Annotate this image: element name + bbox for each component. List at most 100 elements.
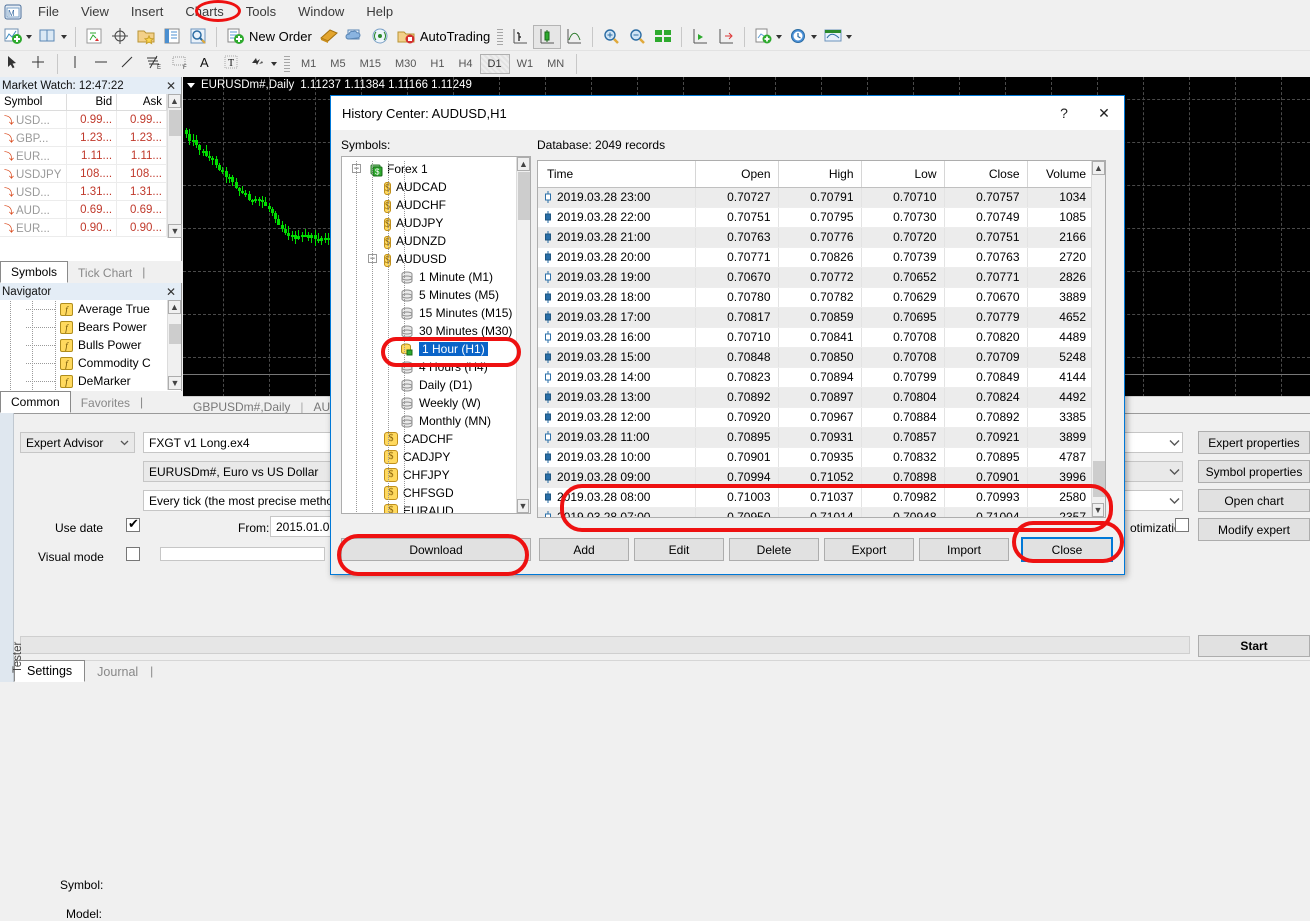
close-button[interactable]: Close: [1021, 537, 1113, 562]
tree-node-audcad[interactable]: $AUDCAD: [342, 178, 530, 196]
market-watch-scrollbar[interactable]: ▲ ▼: [167, 94, 182, 238]
close-icon[interactable]: ✕: [166, 79, 176, 93]
tester-symbol-chevron[interactable]: [1168, 465, 1181, 481]
scroll-thumb[interactable]: [1093, 461, 1105, 497]
menu-item-help[interactable]: Help: [355, 1, 404, 22]
navigator-scrollbar[interactable]: ▲ ▼: [167, 300, 182, 390]
menu-item-tools[interactable]: Tools: [235, 1, 287, 22]
terminal-button[interactable]: [159, 25, 185, 49]
table-row[interactable]: 2019.03.28 18:00 0.70780 0.70782 0.70629 0.7…: [538, 287, 1093, 308]
menu-item-view[interactable]: View: [70, 1, 120, 22]
cursor-tool-button[interactable]: [0, 52, 26, 76]
scroll-up-icon[interactable]: ▲: [517, 157, 530, 171]
expert-properties-button[interactable]: Expert properties: [1198, 431, 1310, 454]
scroll-up-icon[interactable]: ▲: [1092, 161, 1105, 175]
channel-button[interactable]: F: [167, 52, 193, 76]
tree-node-forex1[interactable]: −$Forex 1: [342, 160, 530, 178]
chevron-down-icon[interactable]: [271, 61, 277, 66]
fibonacci-button[interactable]: E: [141, 52, 167, 76]
tree-node-chfsgd[interactable]: $ CHFSGD: [342, 484, 530, 502]
navigator-item[interactable]: f Average True: [0, 300, 181, 318]
tree-node-cadchf[interactable]: $ CADCHF: [342, 430, 530, 448]
use-date-checkbox[interactable]: [126, 516, 140, 532]
tab-favorites[interactable]: Favorites: [71, 393, 140, 413]
menu-item-file[interactable]: File: [27, 1, 70, 22]
chevron-down-icon[interactable]: [776, 34, 783, 39]
chevron-down-icon[interactable]: [61, 34, 67, 39]
timeframe-m1[interactable]: M1: [294, 55, 323, 73]
symbols-tree[interactable]: −$Forex 1$AUDCAD$AUDCHF$AUDJPY$AUDNZD−$A…: [341, 156, 531, 514]
market-watch-row[interactable]: ⤵ GBP... 1.23... 1.23...: [0, 128, 167, 147]
column-header-ask[interactable]: Ask: [116, 94, 167, 111]
table-row[interactable]: 2019.03.28 19:00 0.70670 0.70772 0.70652 0.7…: [538, 267, 1093, 288]
modify-expert-button[interactable]: Modify expert: [1198, 518, 1310, 541]
timeframe-mn[interactable]: MN: [540, 55, 571, 73]
scroll-up-icon[interactable]: ▲: [168, 300, 181, 314]
horizontal-line-button[interactable]: [89, 52, 115, 76]
tree-node-period-monthly--mn-[interactable]: Monthly (MN): [342, 412, 530, 430]
table-row[interactable]: 2019.03.28 08:00 0.71003 0.71037 0.70982 0.7…: [538, 487, 1093, 508]
mql5-community-button[interactable]: [341, 25, 367, 49]
scroll-down-icon[interactable]: ▼: [517, 499, 529, 513]
delete-button[interactable]: Delete: [729, 538, 819, 561]
data-table-scrollbar[interactable]: ▲ ▼: [1091, 161, 1105, 517]
indicators-button[interactable]: [750, 25, 785, 49]
zoom-out-button[interactable]: [624, 25, 650, 49]
crosshair-button[interactable]: [107, 25, 133, 49]
trendline-button[interactable]: [115, 52, 141, 76]
chart-menu-icon[interactable]: [187, 82, 195, 88]
column-header-symbol[interactable]: Symbol: [0, 94, 68, 111]
table-row[interactable]: 2019.03.28 22:00 0.70751 0.70795 0.70730 0.7…: [538, 207, 1093, 228]
text-button[interactable]: T: [219, 52, 245, 76]
market-watch-row[interactable]: ⤵ USD... 0.99... 0.99...: [0, 110, 167, 129]
timeframe-h1[interactable]: H1: [423, 55, 451, 73]
text-label-button[interactable]: A: [193, 52, 219, 76]
tree-node-period-1-minute--m1-[interactable]: 1 Minute (M1): [342, 268, 530, 286]
tree-node-period-15-minutes--m15-[interactable]: 15 Minutes (M15): [342, 304, 530, 322]
tree-node-cadjpy[interactable]: $ CADJPY: [342, 448, 530, 466]
navigator-item[interactable]: f DeMarker: [0, 372, 181, 390]
strategy-tester-button[interactable]: [185, 25, 211, 49]
table-row[interactable]: 2019.03.28 21:00 0.70763 0.70776 0.70720 0.7…: [538, 227, 1093, 248]
menu-item-charts[interactable]: Charts: [174, 1, 234, 22]
shift-end-button[interactable]: [687, 25, 713, 49]
arrows-button[interactable]: [245, 52, 280, 76]
autotrading-button[interactable]: AutoTrading: [393, 25, 493, 49]
table-row[interactable]: 2019.03.28 10:00 0.70901 0.70935 0.70832 0.7…: [538, 447, 1093, 468]
new-chart-button[interactable]: [0, 25, 35, 49]
scroll-down-icon[interactable]: ▼: [168, 224, 182, 238]
signals-button[interactable]: [367, 25, 393, 49]
tester-mode-select[interactable]: Expert Advisor: [20, 432, 135, 453]
line-chart-button[interactable]: [561, 25, 587, 49]
scroll-thumb[interactable]: [518, 172, 530, 220]
tile-windows-button[interactable]: [650, 25, 676, 49]
vertical-line-button[interactable]: [63, 52, 89, 76]
table-row[interactable]: 2019.03.28 14:00 0.70823 0.70894 0.70799 0.7…: [538, 367, 1093, 388]
column-header-low[interactable]: Low: [861, 161, 945, 188]
tree-scrollbar[interactable]: ▲ ▼: [516, 157, 530, 513]
close-icon[interactable]: ✕: [1084, 96, 1124, 130]
column-header-open[interactable]: Open: [695, 161, 779, 188]
chevron-down-icon[interactable]: [811, 34, 818, 39]
navigator-item[interactable]: f Commodity C: [0, 354, 181, 372]
timeframe-m15[interactable]: M15: [353, 55, 388, 73]
export-button[interactable]: Export: [824, 538, 914, 561]
market-watch-row[interactable]: ⤵ EUR... 1.11... 1.11...: [0, 146, 167, 165]
tree-node-audnzd[interactable]: $AUDNZD: [342, 232, 530, 250]
table-row[interactable]: 2019.03.28 23:00 0.70727 0.70791 0.70710 0.7…: [538, 187, 1093, 208]
tab-common[interactable]: Common: [0, 391, 71, 413]
table-row[interactable]: 2019.03.28 12:00 0.70920 0.70967 0.70884 0.7…: [538, 407, 1093, 428]
market-watch-button[interactable]: [81, 25, 107, 49]
scroll-down-icon[interactable]: ▼: [1092, 503, 1104, 517]
scroll-thumb[interactable]: [169, 110, 181, 136]
navigator-button[interactable]: [133, 25, 159, 49]
market-watch-row[interactable]: ⤵ EUR... 0.90... 0.90...: [0, 218, 167, 237]
open-chart-button[interactable]: Open chart: [1198, 489, 1310, 512]
tab-symbols[interactable]: Symbols: [0, 261, 69, 283]
add-button[interactable]: Add: [539, 538, 629, 561]
tree-node-audjpy[interactable]: $AUDJPY: [342, 214, 530, 232]
scroll-down-icon[interactable]: ▼: [168, 376, 182, 390]
history-data-table[interactable]: Time Open High Low Close Volume 2019.03.…: [537, 160, 1106, 518]
tree-node-euraud[interactable]: $ EURAUD: [342, 502, 530, 513]
timeframe-m30[interactable]: M30: [388, 55, 423, 73]
